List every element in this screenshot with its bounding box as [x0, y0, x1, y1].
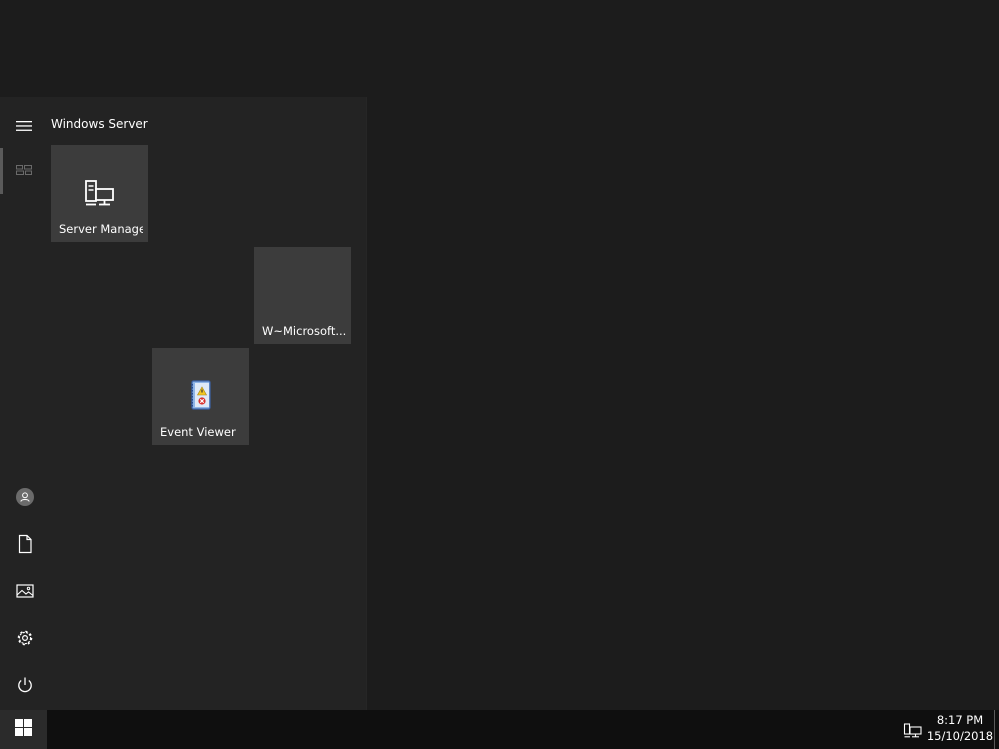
- tiles-icon[interactable]: [14, 162, 34, 178]
- user-icon: [15, 487, 35, 511]
- clock-date: 15/10/2018: [926, 729, 994, 743]
- tile-group-title[interactable]: Windows Server: [51, 117, 148, 131]
- tile-server-manager[interactable]: Server Manager: [51, 145, 148, 242]
- power-button[interactable]: [10, 672, 40, 702]
- taskbar: 8:17 PM 15/10/2018: [0, 710, 999, 749]
- documents-icon: [16, 534, 34, 558]
- server-manager-icon: [82, 175, 118, 211]
- windows-logo-icon: [15, 719, 32, 740]
- settings-button[interactable]: [10, 625, 40, 655]
- power-icon: [15, 675, 35, 699]
- tile-label: W~Microsoft....: [262, 324, 346, 338]
- documents-button[interactable]: [10, 531, 40, 561]
- tile-label: Server Manager: [59, 222, 143, 236]
- hamburger-menu-icon[interactable]: [14, 118, 34, 134]
- start-button[interactable]: [0, 710, 47, 749]
- tile-label: Event Viewer: [160, 425, 236, 439]
- tile-w-microsoft[interactable]: W~Microsoft....: [254, 247, 351, 344]
- pictures-icon: [15, 582, 35, 604]
- taskbar-clock[interactable]: 8:17 PM 15/10/2018: [926, 712, 994, 747]
- show-desktop-button[interactable]: [994, 710, 999, 749]
- rail-selection-indicator: [0, 148, 3, 194]
- network-icon[interactable]: [903, 721, 923, 739]
- user-account-button[interactable]: [10, 484, 40, 514]
- pictures-button[interactable]: [10, 578, 40, 608]
- clock-time: 8:17 PM: [936, 713, 984, 727]
- event-viewer-icon: [183, 378, 219, 414]
- tile-event-viewer[interactable]: Event Viewer: [152, 348, 249, 445]
- settings-gear-icon: [15, 628, 35, 652]
